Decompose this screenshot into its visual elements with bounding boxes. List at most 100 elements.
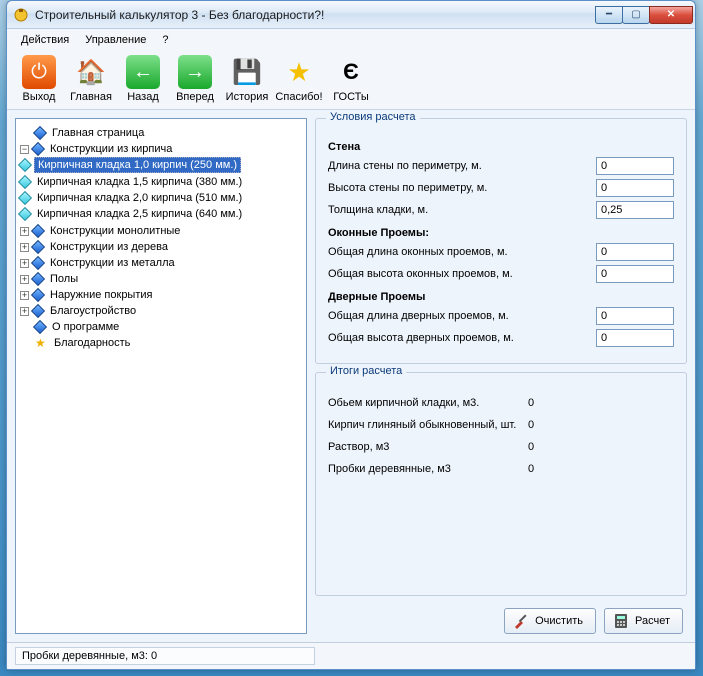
calculator-icon (613, 613, 629, 629)
tree-about[interactable]: О программе (20, 319, 302, 335)
expand-icon[interactable]: + (20, 227, 29, 236)
diamond-icon (31, 142, 45, 156)
tree-brick-item-1[interactable]: Кирпичная кладка 1,5 кирпича (380 мм.) (20, 174, 302, 190)
toolbar-history[interactable]: 💾 История (221, 55, 273, 103)
status-text: Пробки деревянные, м3: 0 (15, 647, 315, 665)
diamond-icon (31, 272, 45, 286)
tree-outer[interactable]: +Наружние покрытия (20, 287, 302, 303)
collapse-icon[interactable]: − (20, 145, 29, 154)
result-row: Обьем кирпичной кладки, м3.0 (328, 397, 674, 409)
toolbar-forward[interactable]: → Вперед (169, 55, 221, 103)
power-icon: ⏻ (22, 55, 56, 89)
win-length-label: Общая длина оконных проемов, м. (328, 246, 588, 258)
tree-wood[interactable]: +Конструкции из дерева (20, 239, 302, 255)
diamond-icon (33, 320, 47, 334)
diamond-icon (31, 304, 45, 318)
app-window: Строительный калькулятор 3 - Без благода… (6, 0, 696, 670)
thickness-input[interactable] (596, 201, 674, 219)
door-height-input[interactable] (596, 329, 674, 347)
clear-button[interactable]: Очистить (504, 608, 596, 634)
toolbar-thanks[interactable]: ★ Спасибо! (273, 55, 325, 103)
wall-length-input[interactable] (596, 157, 674, 175)
diamond-icon (31, 288, 45, 302)
button-row: Очистить Расчет (315, 604, 687, 634)
diamond-icon (18, 207, 32, 221)
door-length-input[interactable] (596, 307, 674, 325)
gost-icon: Є (334, 55, 368, 89)
diamond-icon (18, 158, 32, 172)
calc-button[interactable]: Расчет (604, 608, 683, 634)
toolbar-history-label: История (221, 91, 273, 103)
expand-icon[interactable]: + (20, 275, 29, 284)
window-controls: ━ ▢ ✕ (596, 6, 693, 24)
toolbar-back[interactable]: ← Назад (117, 55, 169, 103)
tree-brick-item-3[interactable]: Кирпичная кладка 2,5 кирпича (640 мм.) (20, 206, 302, 222)
tree-brick-item-2[interactable]: Кирпичная кладка 2,0 кирпича (510 мм.) (20, 190, 302, 206)
win-height-input[interactable] (596, 265, 674, 283)
tree-main-page[interactable]: Главная страница (20, 125, 302, 141)
brush-icon (513, 613, 529, 629)
tree-view[interactable]: Главная страница −Конструкции из кирпича… (15, 118, 307, 634)
results-legend: Итоги расчета (326, 365, 406, 377)
doors-heading: Дверные Проемы (328, 291, 674, 303)
toolbar-exit[interactable]: ⏻ Выход (13, 55, 65, 103)
maximize-button[interactable]: ▢ (622, 6, 650, 24)
toolbar-gost-label: ГОСТы (325, 91, 377, 103)
home-icon: 🏠 (74, 55, 108, 89)
expand-icon[interactable]: + (20, 243, 29, 252)
close-button[interactable]: ✕ (649, 6, 693, 24)
toolbar-thanks-label: Спасибо! (273, 91, 325, 103)
menu-actions[interactable]: Действия (15, 32, 75, 48)
wall-height-input[interactable] (596, 179, 674, 197)
tree-monolith[interactable]: +Конструкции монолитные (20, 223, 302, 239)
tree-gratitude[interactable]: ★Благодарность (20, 335, 302, 351)
toolbar-home-label: Главная (65, 91, 117, 103)
win-height-label: Общая высота оконных проемов, м. (328, 268, 588, 280)
toolbar-gost[interactable]: Є ГОСТы (325, 55, 377, 103)
minimize-button[interactable]: ━ (595, 6, 623, 24)
result-row: Пробки деревянные, м30 (328, 463, 674, 475)
tree-brick-item-0[interactable]: Кирпичная кладка 1,0 кирпич (250 мм.) (20, 156, 302, 174)
conditions-group: Условия расчета Стена Длина стены по пер… (315, 118, 687, 364)
app-icon (13, 7, 29, 23)
diamond-icon (18, 191, 32, 205)
wall-height-label: Высота стены по периметру, м. (328, 182, 588, 194)
result-row: Раствор, м30 (328, 441, 674, 453)
wall-length-label: Длина стены по периметру, м. (328, 160, 588, 172)
titlebar[interactable]: Строительный калькулятор 3 - Без благода… (7, 1, 695, 29)
diamond-icon (31, 240, 45, 254)
arrow-right-icon: → (178, 55, 212, 89)
door-length-label: Общая длина дверных проемов, м. (328, 310, 588, 322)
menu-help[interactable]: ? (156, 32, 174, 48)
tree-metal[interactable]: +Конструкции из металла (20, 255, 302, 271)
toolbar-home[interactable]: 🏠 Главная (65, 55, 117, 103)
arrow-left-icon: ← (126, 55, 160, 89)
right-pane: Условия расчета Стена Длина стены по пер… (315, 118, 687, 634)
result-row: Кирпич глиняный обыкновенный, шт.0 (328, 419, 674, 431)
window-title: Строительный калькулятор 3 - Без благода… (35, 8, 596, 22)
star-icon: ★ (35, 337, 47, 349)
wall-heading: Стена (328, 141, 674, 153)
menu-manage[interactable]: Управление (79, 32, 152, 48)
diamond-icon (31, 224, 45, 238)
door-height-label: Общая высота дверных проемов, м. (328, 332, 588, 344)
toolbar-forward-label: Вперед (169, 91, 221, 103)
tree-floors[interactable]: +Полы (20, 271, 302, 287)
windows-heading: Оконные Проемы: (328, 227, 674, 239)
expand-icon[interactable]: + (20, 307, 29, 316)
diamond-icon (31, 256, 45, 270)
menubar: Действия Управление ? (7, 29, 695, 51)
expand-icon[interactable]: + (20, 291, 29, 300)
expand-icon[interactable]: + (20, 259, 29, 268)
thickness-label: Толщина кладки, м. (328, 204, 588, 216)
floppy-icon: 💾 (230, 55, 264, 89)
tree-brick[interactable]: −Конструкции из кирпича Кирпичная кладка… (20, 141, 302, 223)
statusbar: Пробки деревянные, м3: 0 (7, 642, 695, 669)
main-content: Главная страница −Конструкции из кирпича… (7, 110, 695, 642)
toolbar-exit-label: Выход (13, 91, 65, 103)
win-length-input[interactable] (596, 243, 674, 261)
tree-landscaping[interactable]: +Благоустройство (20, 303, 302, 319)
conditions-legend: Условия расчета (326, 111, 420, 123)
star-icon: ★ (282, 55, 316, 89)
diamond-icon (18, 175, 32, 189)
